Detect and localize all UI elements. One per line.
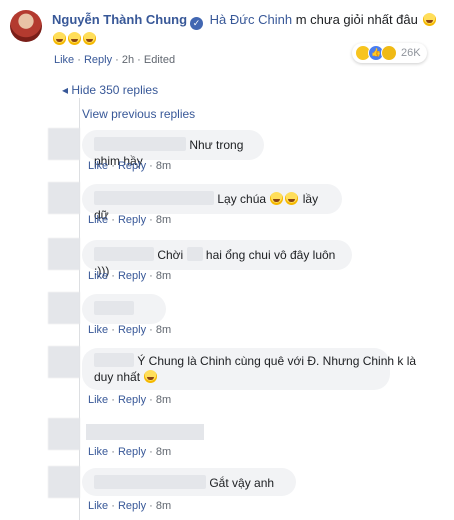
reply-link[interactable]: Reply: [118, 394, 146, 406]
laughing-emoji-icon: [68, 32, 81, 45]
hide-replies-label: Hide 350 replies: [71, 83, 159, 97]
emoji-row: [52, 30, 97, 48]
reply-text: Lạy chúa: [217, 192, 267, 206]
reply-actions: Like · Reply · 8m: [88, 214, 172, 226]
blurred-reply-content: [86, 424, 204, 440]
reply-link[interactable]: Reply: [118, 446, 146, 458]
blurred-tag: [186, 247, 203, 261]
reply-link[interactable]: Reply: [84, 54, 112, 66]
reply-bubble: Gắt vậy anh: [82, 468, 296, 496]
comment-header: Nguyễn Thành Chung ✓ Hà Đức Chinh m chưa …: [52, 12, 437, 30]
blurred-name[interactable]: [94, 301, 134, 315]
reactions-summary[interactable]: 👍 26K: [352, 43, 427, 63]
reply-avatar[interactable]: [48, 128, 80, 160]
reply-text: Ý Chung là Chinh cùng quê với Đ. Nhưng C…: [137, 354, 417, 368]
like-link[interactable]: Like: [88, 500, 108, 512]
like-link[interactable]: Like: [88, 394, 108, 406]
like-link[interactable]: Like: [88, 446, 108, 458]
blurred-name[interactable]: [94, 247, 154, 261]
blurred-name[interactable]: [94, 191, 214, 205]
author-name[interactable]: Nguyễn Thành Chung: [52, 12, 187, 27]
hide-replies-link[interactable]: ◂ Hide 350 replies: [62, 83, 158, 97]
timestamp[interactable]: 8m: [156, 394, 171, 406]
timestamp[interactable]: 2h: [122, 54, 134, 66]
like-link[interactable]: Like: [88, 270, 108, 282]
reply-avatar[interactable]: [48, 182, 80, 214]
chevron-left-icon: ◂: [62, 83, 69, 97]
reply-bubble: Như trong phim hầy: [82, 130, 264, 168]
laughing-emoji-icon: [270, 192, 284, 205]
timestamp[interactable]: 8m: [156, 214, 171, 226]
laughing-emoji-icon: [144, 370, 158, 383]
reply-avatar[interactable]: [48, 292, 80, 324]
like-link[interactable]: Like: [88, 160, 108, 172]
mention-link[interactable]: Hà Đức Chinh: [210, 12, 292, 27]
reply-link[interactable]: Reply: [118, 160, 146, 172]
laughing-emoji-icon: [422, 13, 436, 26]
reply-actions: Like · Reply · 8m: [88, 446, 172, 458]
timestamp[interactable]: 8m: [156, 324, 171, 336]
reply-bubble: Ý Chung là Chinh cùng quê với Đ. Nhưng C…: [82, 348, 416, 390]
like-link[interactable]: Like: [88, 324, 108, 336]
laughing-emoji-icon: [83, 32, 96, 45]
comment-actions: Like · Reply · 2h · Edited: [54, 54, 176, 66]
reply-link[interactable]: Reply: [118, 214, 146, 226]
like-link[interactable]: Like: [88, 214, 108, 226]
reply-text: Gắt vậy anh: [209, 476, 275, 490]
reply-link[interactable]: Reply: [118, 324, 146, 336]
reply-text: Chời: [157, 248, 184, 262]
reply-actions: Like · Reply · 8m: [88, 160, 172, 172]
like-link[interactable]: Like: [54, 54, 74, 66]
reply-avatar[interactable]: [48, 466, 80, 498]
reply-link[interactable]: Reply: [118, 500, 146, 512]
author-avatar[interactable]: [10, 10, 42, 42]
timestamp[interactable]: 8m: [156, 500, 171, 512]
reply-bubble: Chời hai ổng chui vô đây luôn :))): [82, 240, 352, 278]
reply-link[interactable]: Reply: [118, 270, 146, 282]
laughing-emoji-icon: [53, 32, 66, 45]
reply-actions: Like · Reply · 8m: [88, 324, 172, 336]
reply-text-line2: duy nhất: [94, 370, 141, 384]
timestamp[interactable]: 8m: [156, 160, 171, 172]
comment-text: m chưa giỏi nhất đâu: [295, 12, 418, 27]
reply-avatar[interactable]: [48, 418, 80, 450]
edited-label[interactable]: Edited: [144, 54, 175, 66]
view-previous-replies-link[interactable]: View previous replies: [82, 107, 195, 121]
laughing-emoji-icon: [285, 192, 299, 205]
reply-actions: Like · Reply · 8m: [88, 270, 172, 282]
wow-reaction-icon: [381, 45, 397, 61]
reply-actions: Like · Reply · 8m: [88, 500, 172, 512]
timestamp[interactable]: 8m: [156, 270, 171, 282]
reply-bubble: [82, 294, 166, 324]
reply-bubble: Lạy chúa lầy dữ: [82, 184, 342, 222]
reply-avatar[interactable]: [48, 238, 80, 270]
reply-avatar[interactable]: [48, 346, 80, 378]
reply-actions: Like · Reply · 8m: [88, 394, 172, 406]
blurred-name[interactable]: [94, 475, 206, 489]
timestamp[interactable]: 8m: [156, 446, 171, 458]
verified-badge-icon: ✓: [190, 17, 204, 30]
reactions-count: 26K: [401, 47, 421, 59]
blurred-name[interactable]: [94, 353, 134, 367]
blurred-name[interactable]: [94, 137, 186, 151]
